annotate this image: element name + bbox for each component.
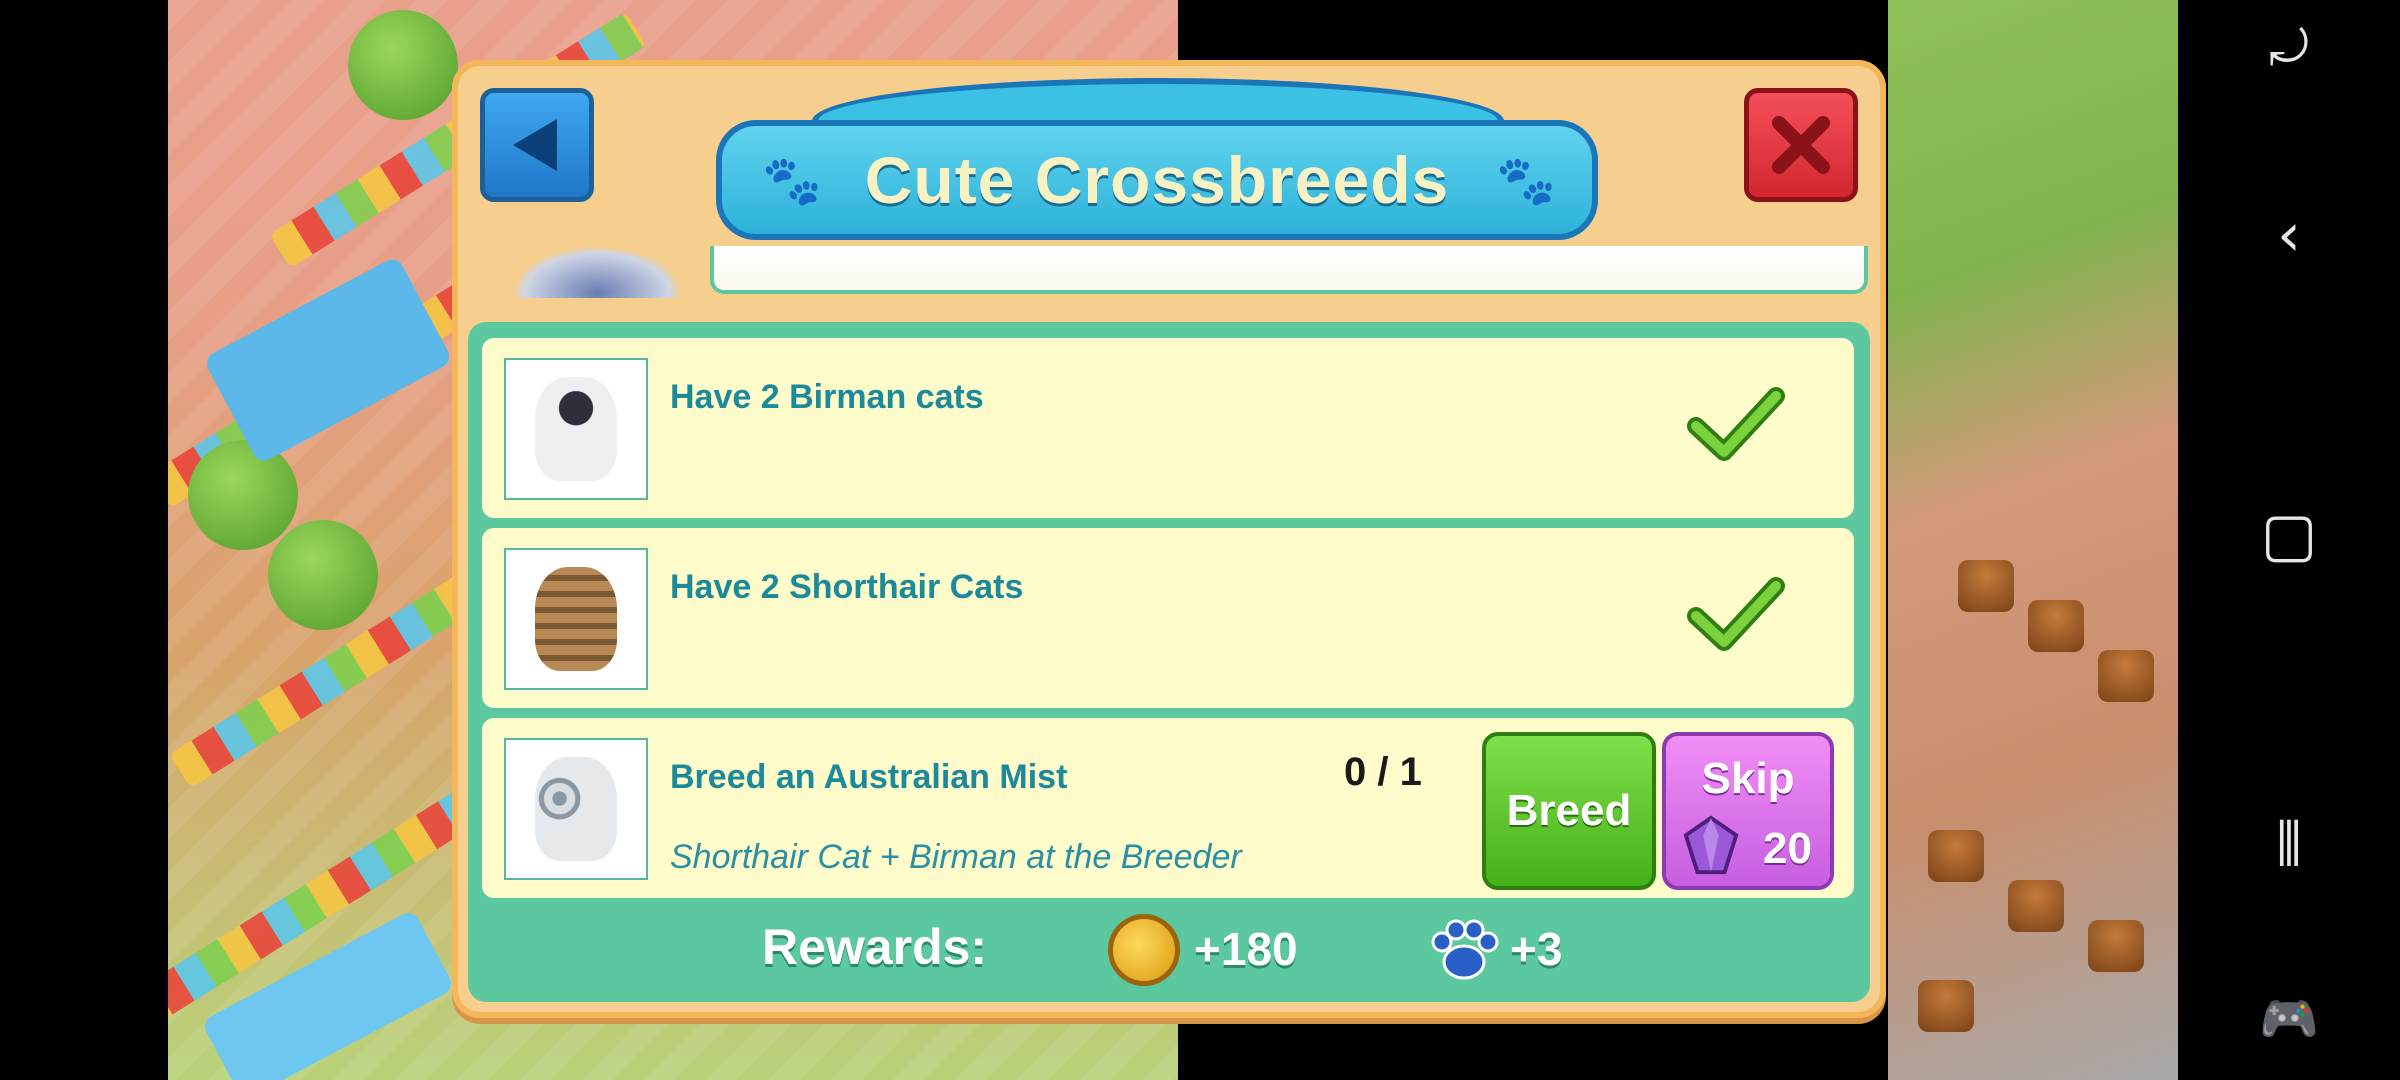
task-thumbnail: [504, 548, 648, 690]
task-row: Have 2 Birman cats: [482, 338, 1854, 518]
home-nav-icon[interactable]: ▢: [2178, 500, 2400, 570]
task-title: Breed an Australian Mist: [670, 758, 1068, 796]
title-banner: 🐾 Cute Crossbreeds 🐾: [716, 120, 1598, 240]
coin-icon: [1108, 914, 1180, 986]
screen-rotate-icon[interactable]: ⤾: [2178, 20, 2400, 77]
paw-points-reward: +3: [1510, 923, 1563, 975]
paw-points-icon: [1431, 919, 1499, 980]
birman-cat-icon: [535, 377, 617, 481]
avatar: [512, 246, 682, 298]
task-row: Have 2 Shorthair Cats: [482, 528, 1854, 708]
task-hint: Shorthair Cat + Birman at the Breeder: [670, 838, 1242, 876]
breed-button[interactable]: Breed: [1482, 732, 1656, 890]
australian-mist-cat-icon: [535, 757, 617, 861]
paw-print-icon: 🐾: [762, 153, 822, 209]
back-nav-icon[interactable]: ‹: [2178, 200, 2400, 270]
skip-label: Skip: [1701, 754, 1795, 803]
gem-icon: [1683, 815, 1739, 875]
back-button[interactable]: [480, 88, 594, 202]
system-navigation-bar: ⤾ ‹ ▢ ⦀ 🎮: [2178, 0, 2400, 1080]
crossbreeds-dialog: 🐾 Cute Crossbreeds 🐾 Have 2 Birman cats …: [452, 60, 1886, 1018]
shorthair-cat-icon: [535, 567, 617, 671]
dialog-title: Cute Crossbreeds: [864, 143, 1450, 217]
rewards-label: Rewards:: [762, 919, 988, 975]
task-panel: Have 2 Birman cats Have 2 Shorthair Cats…: [468, 322, 1870, 1002]
game-world-background-right[interactable]: [1888, 0, 2178, 1080]
task-row: Breed an Australian Mist 0 / 1 Shorthair…: [482, 718, 1854, 898]
task-title: Have 2 Birman cats: [670, 378, 984, 416]
coin-reward: +180: [1194, 923, 1298, 975]
close-icon: [1772, 116, 1830, 174]
description-strip: [710, 246, 1868, 294]
task-thumbnail: [504, 358, 648, 500]
recents-nav-icon[interactable]: ⦀: [2178, 810, 2400, 880]
back-arrow-icon: [513, 119, 557, 171]
checkmark-icon: [1687, 387, 1785, 461]
task-title: Have 2 Shorthair Cats: [670, 568, 1024, 606]
task-progress: 0 / 1: [1344, 750, 1422, 794]
checkmark-icon: [1687, 577, 1785, 651]
task-thumbnail: [504, 738, 648, 880]
game-tools-icon[interactable]: 🎮: [2178, 990, 2400, 1047]
skip-cost: 20: [1763, 824, 1812, 873]
close-button[interactable]: [1744, 88, 1858, 202]
skip-button[interactable]: Skip 20: [1662, 732, 1834, 890]
paw-print-icon: 🐾: [1496, 153, 1556, 209]
